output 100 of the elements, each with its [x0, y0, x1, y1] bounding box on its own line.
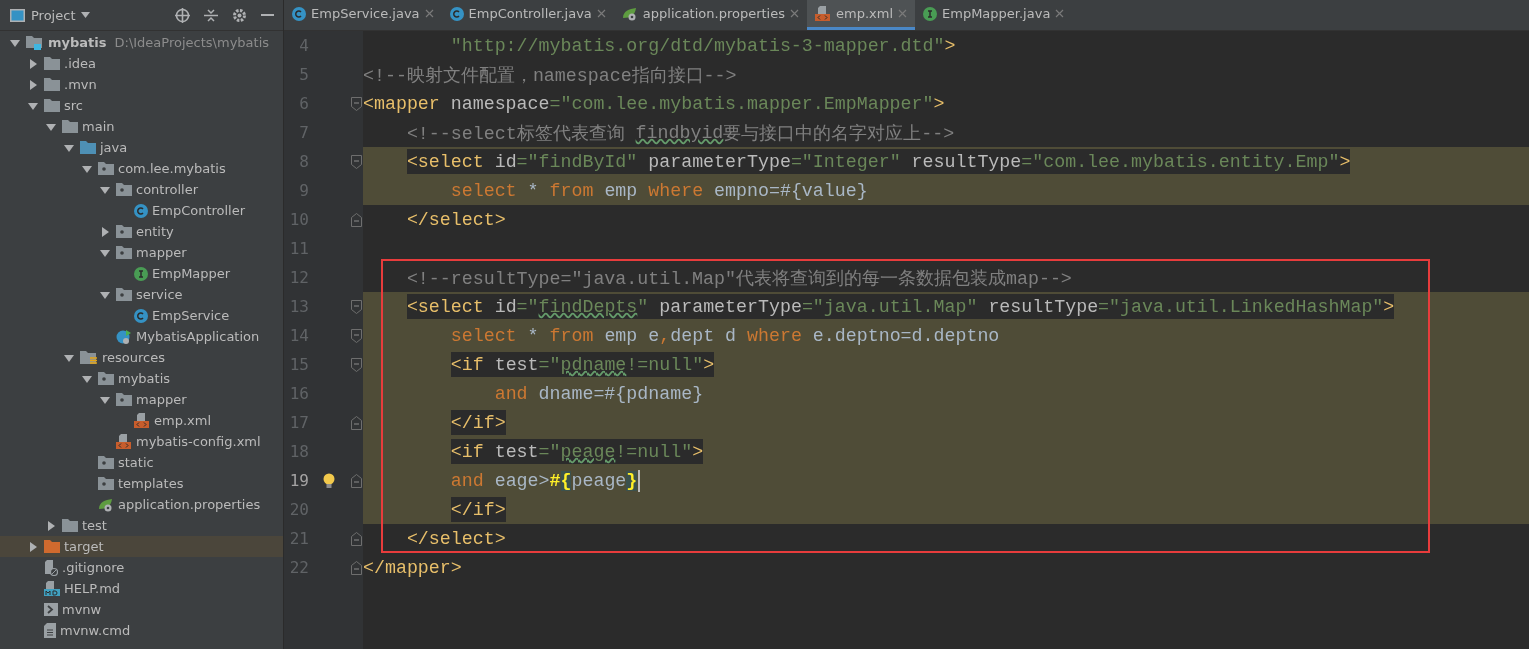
module-folder-icon: [26, 35, 44, 50]
package-icon: [116, 246, 132, 259]
collapsed-arrow-icon[interactable]: [28, 79, 38, 90]
tree-item-label: main: [82, 119, 115, 134]
terminal-file-icon: [44, 603, 58, 616]
tree-item[interactable]: EmpService: [0, 305, 283, 326]
tree-item-label: mvnw.cmd: [60, 623, 131, 638]
tree-item-label: src: [64, 98, 83, 113]
expanded-arrow-icon[interactable]: [82, 163, 92, 174]
tree-item[interactable]: service: [0, 284, 283, 305]
tree-item-label: .gitignore: [62, 560, 125, 575]
tree-item-label: emp.xml: [154, 413, 211, 428]
fold-marker-icon[interactable]: [350, 154, 362, 169]
editor-tab[interactable]: EmpController.java: [441, 0, 614, 30]
fold-marker-icon[interactable]: [350, 473, 362, 488]
caret-icon: [81, 12, 91, 18]
tree-item-label: mapper: [136, 245, 187, 260]
fold-marker-icon[interactable]: [350, 357, 362, 372]
tree-item[interactable]: main: [0, 116, 283, 137]
expanded-arrow-icon[interactable]: [64, 142, 74, 153]
expanded-arrow-icon[interactable]: [100, 394, 110, 405]
tree-item-label: mybatis: [118, 371, 171, 386]
project-view-dropdown[interactable]: Project: [10, 7, 91, 23]
tree-item[interactable]: .idea: [0, 53, 283, 74]
xml-file-icon: [815, 6, 831, 21]
tree-item[interactable]: MybatisApplication: [0, 326, 283, 347]
fold-marker-icon[interactable]: [350, 299, 362, 314]
expanded-arrow-icon[interactable]: [100, 184, 110, 195]
tree-item-label: resources: [102, 350, 165, 365]
tree-item[interactable]: mybatis D:\IdeaProjects\mybatis: [0, 32, 283, 53]
fold-marker-icon[interactable]: [350, 415, 362, 430]
collapsed-arrow-icon[interactable]: [28, 541, 38, 552]
tree-item[interactable]: emp.xml: [0, 410, 283, 431]
tree-item[interactable]: EmpMapper: [0, 263, 283, 284]
collapsed-arrow-icon[interactable]: [100, 226, 110, 237]
close-icon[interactable]: [1055, 9, 1065, 18]
hide-button[interactable]: [258, 13, 277, 17]
tree-item[interactable]: com.lee.mybatis: [0, 158, 283, 179]
editor-tab[interactable]: emp.xml: [807, 0, 915, 30]
expanded-arrow-icon[interactable]: [100, 247, 110, 258]
expanded-arrow-icon[interactable]: [100, 289, 110, 300]
tree-item[interactable]: static: [0, 452, 283, 473]
close-icon[interactable]: [790, 9, 799, 18]
lightbulb-icon[interactable]: [323, 472, 335, 489]
tree-item[interactable]: EmpController: [0, 200, 283, 221]
tree-item[interactable]: .mvn: [0, 74, 283, 95]
close-icon[interactable]: [424, 9, 434, 18]
tree-item-label: mybatis: [48, 35, 107, 50]
tree-item[interactable]: controller: [0, 179, 283, 200]
tree-item[interactable]: src: [0, 95, 283, 116]
fold-marker-icon[interactable]: [350, 328, 362, 343]
fold-marker-icon[interactable]: [350, 96, 362, 111]
tree-item[interactable]: test: [0, 515, 283, 536]
resources-folder-icon: [80, 350, 98, 365]
tree-item[interactable]: entity: [0, 221, 283, 242]
editor-tab[interactable]: EmpMapper.java: [915, 0, 1073, 30]
fold-marker-icon[interactable]: [350, 212, 362, 227]
collapsed-arrow-icon[interactable]: [28, 58, 38, 69]
tree-item[interactable]: resources: [0, 347, 283, 368]
tree-item-label: target: [64, 539, 104, 554]
expanded-arrow-icon[interactable]: [46, 121, 56, 132]
fold-marker-icon[interactable]: [350, 560, 362, 575]
fold-marker-icon[interactable]: [350, 531, 362, 546]
close-icon[interactable]: [596, 9, 606, 18]
tree-item[interactable]: .gitignore: [0, 557, 283, 578]
folder-icon: [80, 141, 96, 154]
expanded-arrow-icon[interactable]: [64, 352, 74, 363]
tree-item-label: mybatis-config.xml: [136, 434, 261, 449]
code-line: </mapper>: [363, 556, 462, 580]
tree-item[interactable]: target: [0, 536, 283, 557]
code-line: and dname=#{pdname}: [494, 382, 704, 406]
folder-icon: [44, 99, 60, 112]
folder-icon: [44, 57, 60, 70]
tree-item-label: HELP.md: [64, 581, 121, 596]
expanded-arrow-icon[interactable]: [82, 373, 92, 384]
expanded-arrow-icon[interactable]: [28, 100, 38, 111]
editor-tab[interactable]: application.properties: [613, 0, 807, 30]
tree-item-label: application.properties: [118, 497, 261, 512]
tree-item[interactable]: java: [0, 137, 283, 158]
tree-item[interactable]: mybatis: [0, 368, 283, 389]
expanded-arrow-icon[interactable]: [10, 37, 20, 48]
tree-item-label: mapper: [136, 392, 187, 407]
editor-tab[interactable]: EmpService.java: [284, 0, 442, 30]
crosshair-icon: [175, 7, 190, 23]
gear-icon: [232, 7, 247, 23]
tree-item[interactable]: HELP.md: [0, 578, 283, 599]
tree-item[interactable]: mvnw.cmd: [0, 620, 283, 641]
tree-item[interactable]: mybatis-config.xml: [0, 431, 283, 452]
tree-item[interactable]: mvnw: [0, 599, 283, 620]
tree-item[interactable]: application.properties: [0, 494, 283, 515]
tree-item[interactable]: mapper: [0, 389, 283, 410]
code-line: select * from emp where empno=#{value}: [450, 179, 868, 203]
collapsed-arrow-icon[interactable]: [46, 520, 56, 531]
tree-item[interactable]: templates: [0, 473, 283, 494]
package-icon: [116, 183, 132, 196]
tree-item[interactable]: mapper: [0, 242, 283, 263]
collapse-all-button[interactable]: [201, 7, 221, 23]
locate-button[interactable]: [172, 7, 193, 23]
tree-item-label: .idea: [64, 56, 96, 71]
tree-item-label: EmpController: [152, 203, 246, 218]
